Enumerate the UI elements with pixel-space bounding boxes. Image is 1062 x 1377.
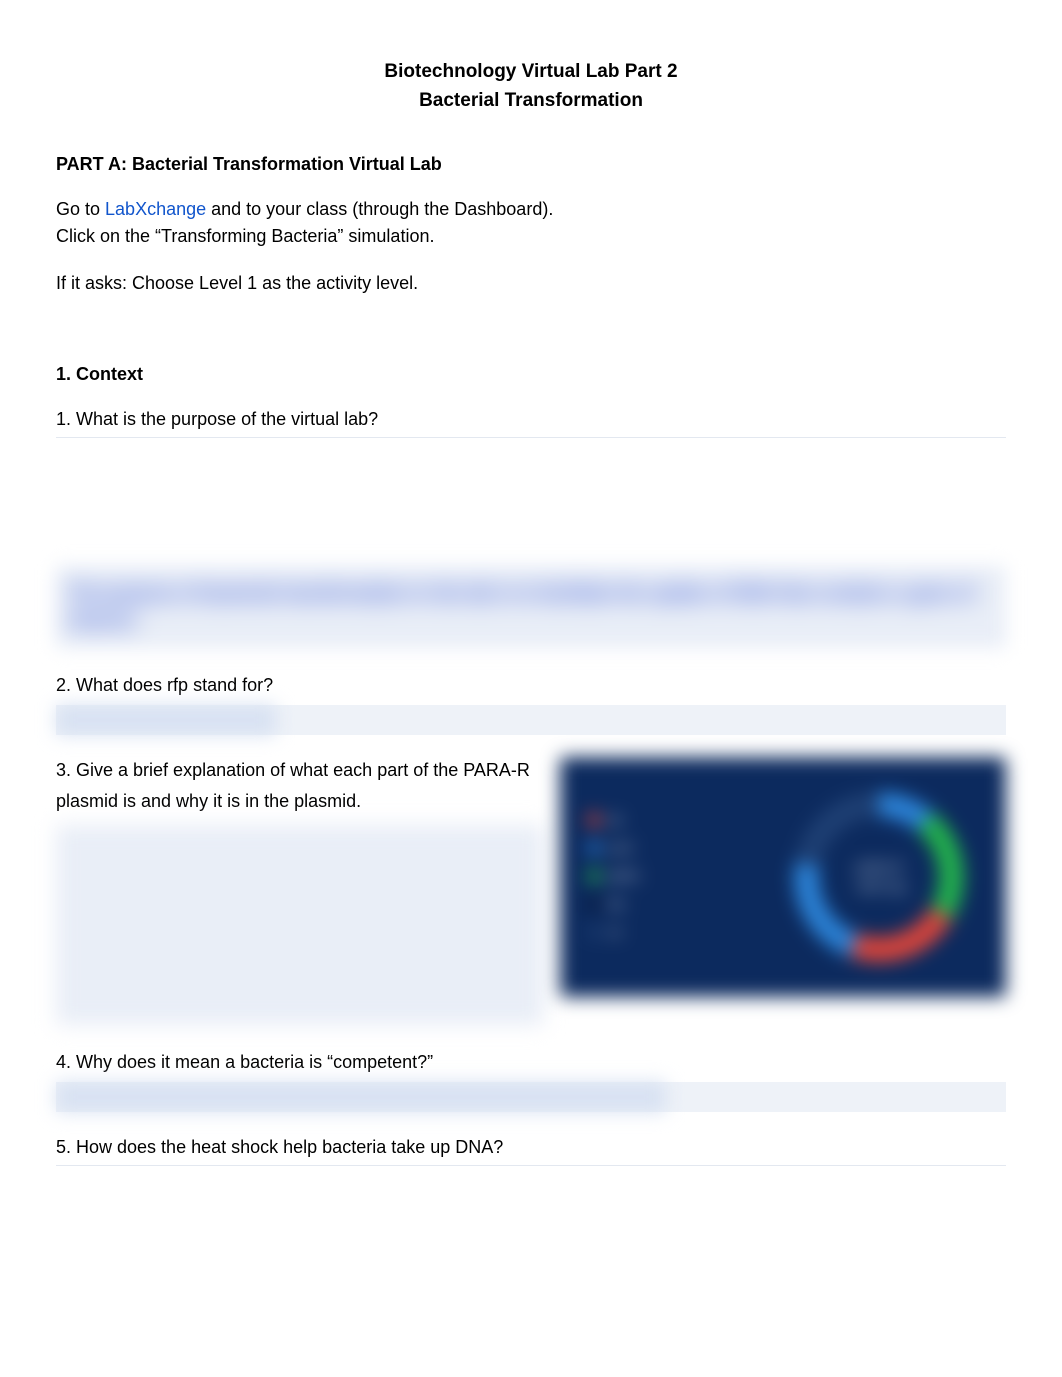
question-4-answer-blur — [56, 1082, 666, 1112]
legend-dot-icon — [588, 870, 600, 882]
part-a-heading: PART A: Bacterial Transformation Virtual… — [56, 151, 1006, 178]
legend-row: rfp — [588, 811, 639, 829]
intro-line-2: Click on the “Transforming Bacteria” sim… — [56, 223, 1006, 250]
intro-prefix: Go to — [56, 199, 105, 219]
document-title-block: Biotechnology Virtual Lab Part 2 Bacteri… — [56, 58, 1006, 115]
legend-row: bla — [588, 895, 639, 913]
question-1: 1. What is the purpose of the virtual la… — [56, 406, 1006, 433]
legend-row: ori — [588, 923, 639, 941]
question-3-line-1: 3. Give a brief explanation of what each… — [56, 757, 544, 784]
legend-label: pBAD — [608, 867, 639, 885]
legend-label: araC — [608, 839, 634, 857]
title-line-2: Bacterial Transformation — [56, 87, 1006, 116]
plasmid-ring-icon: pARA-R ~4872 bp — [794, 792, 964, 962]
plasmid-center-label: pARA-R ~4872 bp — [852, 858, 907, 897]
intro-paragraph-1: Go to LabXchange and to your class (thro… — [56, 196, 1006, 250]
question-1-answer-box: The purpose of bacterial transformation … — [56, 566, 1006, 648]
question-3-line-2: plasmid is and why it is in the plasmid. — [56, 788, 544, 815]
legend-label: rfp — [608, 811, 622, 829]
question-5: 5. How does the heat shock help bacteria… — [56, 1134, 1006, 1161]
divider — [56, 1165, 1006, 1166]
question-2-answer-blur — [56, 705, 276, 735]
plasmid-size: ~4872 bp — [852, 877, 907, 897]
title-line-1: Biotechnology Virtual Lab Part 2 — [56, 58, 1006, 87]
question-4: 4. Why does it mean a bacteria is “compe… — [56, 1049, 1006, 1076]
legend-label: bla — [608, 895, 624, 913]
question-4-answer-row — [56, 1082, 1006, 1112]
intro-suffix: and to your class (through the Dashboard… — [206, 199, 553, 219]
plasmid-name: pARA-R — [852, 858, 907, 878]
plasmid-diagram-card: rfp araC pBAD bla ori pARA-R ~4872 bp — [560, 757, 1006, 997]
blurred-answer-text: The purpose of bacterial transformation … — [68, 583, 974, 630]
legend-row: pBAD — [588, 867, 639, 885]
plasmid-legend: rfp araC pBAD bla ori — [588, 811, 639, 941]
legend-row: araC — [588, 839, 639, 857]
intro-paragraph-2: If it asks: Choose Level 1 as the activi… — [56, 270, 1006, 297]
question-3-answer-box — [56, 825, 544, 1025]
legend-dot-icon — [588, 814, 600, 826]
context-heading: 1. Context — [56, 361, 1006, 388]
question-2: 2. What does rfp stand for? — [56, 672, 1006, 699]
intro-line-3: If it asks: Choose Level 1 as the activi… — [56, 270, 1006, 297]
legend-dot-icon — [588, 842, 600, 854]
legend-label: ori — [608, 923, 621, 941]
legend-dot-icon — [588, 898, 600, 910]
legend-dot-icon — [588, 926, 600, 938]
labxchange-link[interactable]: LabXchange — [105, 199, 206, 219]
question-2-answer-row — [56, 705, 1006, 735]
